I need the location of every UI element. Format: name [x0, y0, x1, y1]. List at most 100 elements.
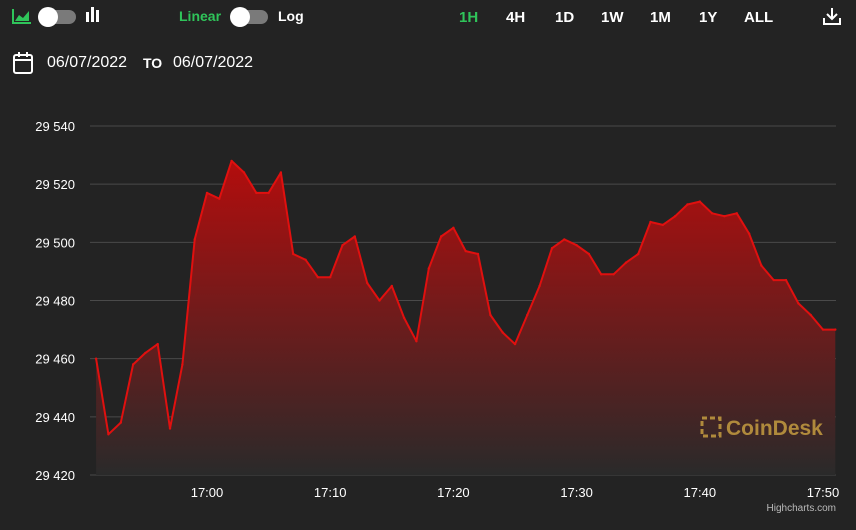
data-point [501, 331, 504, 334]
data-point [674, 215, 677, 218]
data-point [563, 238, 566, 241]
data-point [390, 284, 393, 288]
watermark-text: CoinDesk [726, 417, 823, 440]
y-tick-label: 29 420 [35, 468, 75, 483]
data-point [747, 232, 751, 235]
price-line [95, 159, 836, 436]
range-1h[interactable]: 1H [459, 9, 478, 26]
y-tick-label: 29 520 [35, 177, 75, 192]
data-point [402, 316, 406, 320]
data-point [452, 226, 455, 229]
data-point [230, 159, 233, 163]
data-point [205, 191, 209, 195]
data-point [181, 363, 184, 366]
data-point [538, 284, 541, 288]
price-chart: 29 420 29 440 29 460 29 480 29 500 29 520 29 5… [35, 119, 839, 514]
data-point [637, 252, 640, 256]
data-point [735, 212, 738, 215]
highcharts-credit[interactable]: Highcharts.com [767, 503, 836, 514]
range-1m[interactable]: 1M [650, 9, 671, 26]
price-area [94, 159, 837, 475]
data-point [710, 212, 714, 215]
x-tick-label: 17:50 [807, 485, 840, 500]
date-range-row: TO [0, 52, 400, 76]
data-point [316, 276, 320, 279]
data-point [575, 244, 578, 247]
data-point [131, 363, 135, 366]
data-point [784, 278, 788, 282]
data-point [144, 351, 147, 355]
area-fill [96, 160, 836, 475]
data-point [489, 313, 492, 317]
data-point [772, 278, 775, 282]
bar-chart-icon[interactable] [86, 6, 100, 22]
data-point [378, 299, 381, 302]
data-point [341, 244, 344, 247]
data-point [661, 223, 664, 227]
data-point [242, 171, 246, 174]
toggle-knob [38, 7, 58, 27]
scale-toggle[interactable] [230, 7, 268, 27]
area-chart-icon[interactable] [12, 8, 32, 24]
data-point [797, 302, 800, 305]
linear-scale-label[interactable]: Linear [179, 8, 221, 24]
data-point [513, 342, 517, 346]
download-icon[interactable] [822, 6, 842, 26]
data-point [723, 215, 726, 218]
axis-labels: 29 420 29 440 29 460 29 480 29 500 29 520 29 5… [35, 119, 839, 500]
data-point [353, 235, 356, 238]
data-point [415, 340, 418, 343]
data-point [587, 252, 591, 256]
data-point [292, 252, 295, 256]
data-point [550, 247, 554, 250]
data-point [255, 191, 258, 195]
x-tick-label: 17:30 [560, 485, 593, 500]
data-point [821, 328, 825, 331]
data-point [476, 252, 480, 256]
y-tick-label: 29 500 [35, 235, 75, 250]
data-point [267, 191, 270, 195]
range-1y[interactable]: 1Y [699, 9, 717, 26]
data-point [366, 281, 369, 285]
range-all[interactable]: ALL [744, 9, 773, 26]
x-tick-label: 17:10 [314, 485, 347, 500]
x-tick-label: 17:20 [437, 485, 470, 500]
y-tick-label: 29 480 [35, 294, 75, 309]
data-point [168, 427, 172, 430]
toggle-knob [230, 7, 250, 27]
date-from-input[interactable] [47, 52, 135, 74]
y-tick-label: 29 440 [35, 410, 75, 425]
data-point [218, 197, 221, 200]
y-tick-label: 29 540 [35, 119, 75, 134]
y-tick-label: 29 460 [35, 352, 75, 367]
data-point [193, 238, 196, 241]
range-4h[interactable]: 4H [506, 9, 525, 26]
data-point [427, 267, 430, 270]
data-point [612, 273, 615, 276]
log-scale-label[interactable]: Log [278, 8, 304, 24]
toolbar: Linear Log 1H 4H 1D 1W 1M 1Y ALL [0, 0, 856, 34]
data-point [464, 249, 467, 253]
date-to-label: TO [143, 55, 163, 71]
grid-lines [90, 125, 836, 476]
data-point [329, 276, 332, 279]
data-point [107, 433, 110, 436]
date-to-input[interactable] [173, 52, 261, 74]
chart-type-toggle[interactable] [38, 7, 76, 27]
calendar-icon[interactable] [13, 52, 33, 74]
data-point [809, 313, 812, 317]
data-point [279, 171, 283, 174]
data-point [686, 203, 689, 206]
data-point [526, 313, 529, 317]
data-point [156, 342, 159, 346]
data-point [439, 235, 443, 238]
x-tick-label: 17:40 [684, 485, 717, 500]
coindesk-logo: CoinDesk [700, 416, 823, 440]
data-point [760, 264, 763, 267]
range-1d[interactable]: 1D [555, 9, 574, 26]
data-point [304, 258, 307, 261]
data-point [834, 328, 837, 331]
range-1w[interactable]: 1W [601, 9, 624, 26]
data-point [119, 421, 123, 424]
data-point [698, 200, 701, 203]
